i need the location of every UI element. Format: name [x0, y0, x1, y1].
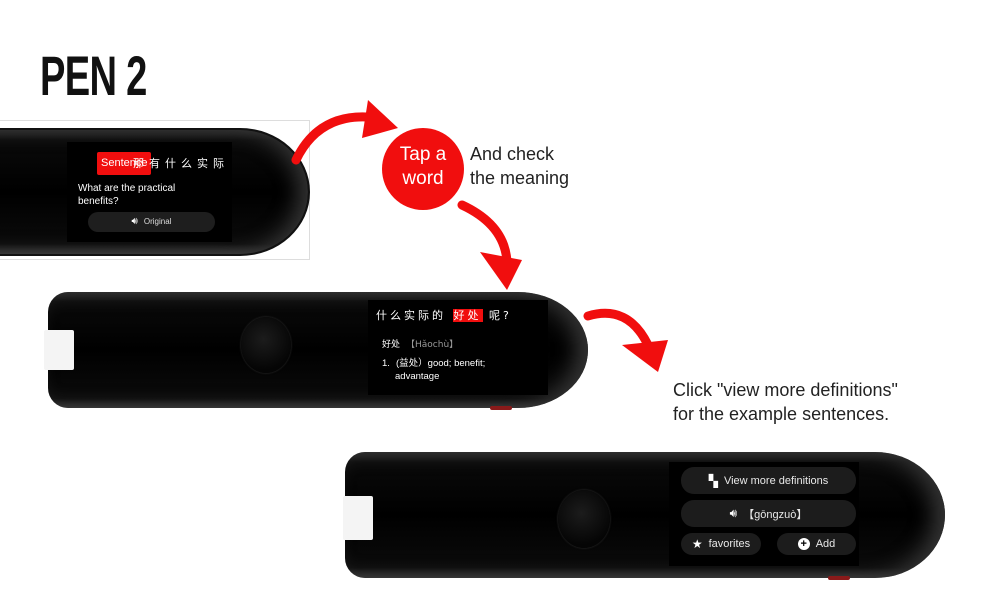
arrow-to-tap-badge	[291, 100, 398, 165]
arrows-layer	[291, 100, 668, 372]
arrow-to-note	[583, 308, 668, 372]
arrow-to-pen2	[457, 200, 522, 290]
